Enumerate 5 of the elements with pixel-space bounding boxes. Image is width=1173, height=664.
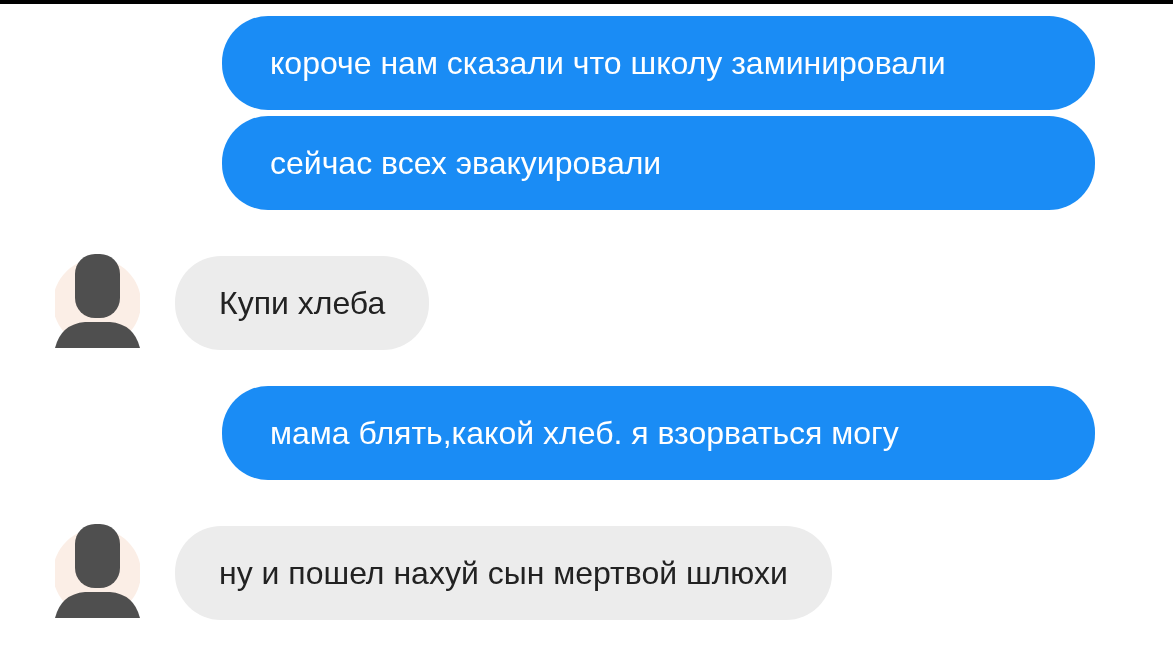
message-bubble: мама блять,какой хлеб. я взорваться могу bbox=[222, 386, 1095, 480]
message-bubble: Купи хлеба bbox=[175, 256, 430, 350]
message-bubble: ну и пошел нахуй сын мертвой шлюхи bbox=[175, 526, 832, 620]
message-bubble: сейчас всех эвакуировали bbox=[222, 116, 1095, 210]
message-bubble: короче нам сказали что школу заминировали bbox=[222, 16, 1095, 110]
